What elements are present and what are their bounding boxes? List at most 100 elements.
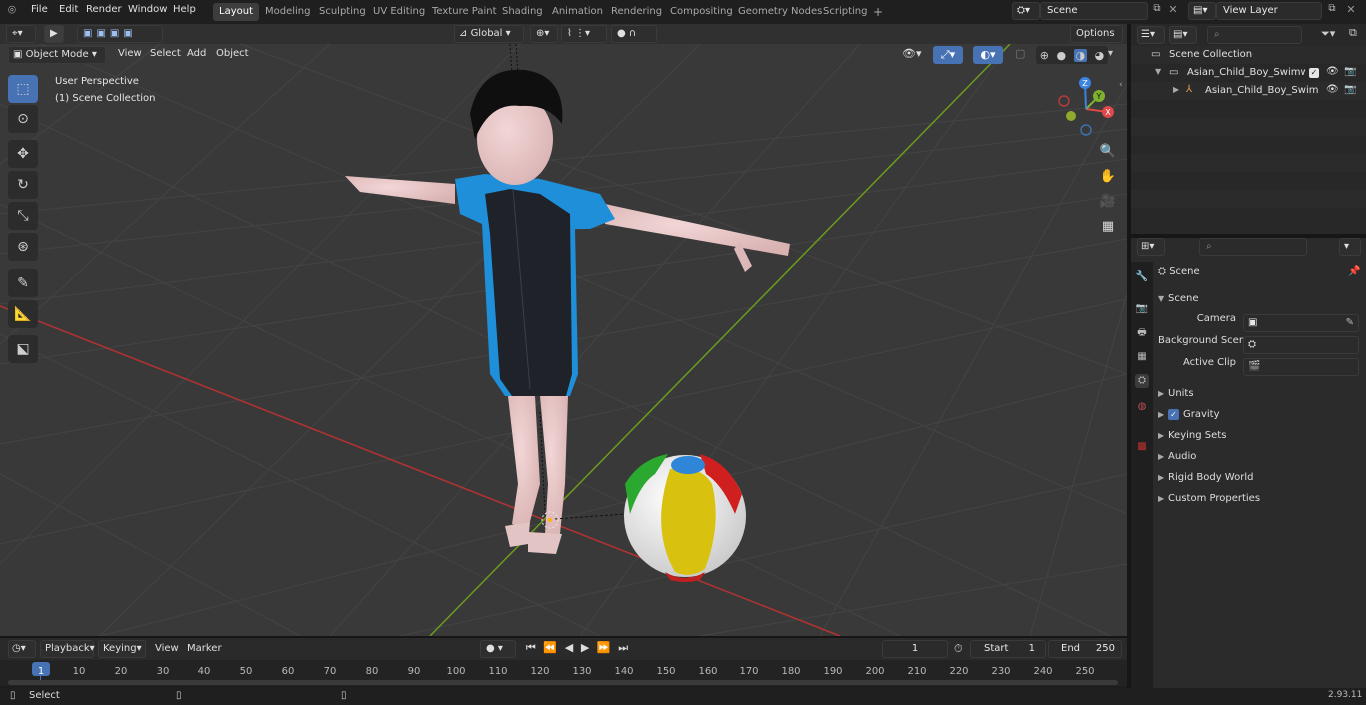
preview-range-icon[interactable]: ⏱ <box>954 642 963 656</box>
workspace-tab-sculpting[interactable]: Sculpting <box>313 3 372 21</box>
3d-viewport[interactable]: User Perspective (1) Scene Collection ⬚ … <box>0 44 1127 636</box>
menu-add[interactable]: Add <box>187 48 206 59</box>
camera-field[interactable]: ▣ ✎ <box>1243 314 1359 332</box>
pan-hand-icon[interactable]: ✋ <box>1097 165 1119 187</box>
render-camera-icon[interactable]: 📷 <box>1344 84 1356 95</box>
perspective-toggle-icon[interactable]: ▦ <box>1097 215 1119 237</box>
start-frame-field[interactable]: Start 1 <box>970 640 1046 658</box>
annotate-tool-icon[interactable]: ✎ <box>8 269 38 297</box>
wireframe-shading-icon[interactable]: ⊕ <box>1040 49 1049 62</box>
show-overlays-icon[interactable]: ◐▾ <box>973 46 1003 64</box>
sidebar-toggle-icon[interactable]: ‹ <box>1119 80 1123 90</box>
auto-keying-icon[interactable]: ● ▾ <box>480 640 516 658</box>
solid-shading-icon[interactable]: ● <box>1056 49 1066 62</box>
select-box-tool-icon[interactable]: ⬚ <box>8 75 38 103</box>
move-tool-icon[interactable]: ✥ <box>8 140 38 168</box>
mode-dropdown[interactable]: ▣ Object Mode ▾ <box>8 46 106 64</box>
workspace-tab-layout[interactable]: Layout <box>213 3 259 21</box>
gravity-checkbox[interactable]: ✓ <box>1168 408 1179 420</box>
visibility-eye-icon[interactable]: 👁 <box>1326 66 1339 77</box>
workspace-tab-animation[interactable]: Animation <box>546 3 609 21</box>
exclude-checkbox-icon[interactable]: ✓ <box>1309 68 1319 78</box>
selection-mode-icons[interactable]: ▣▣▣▣ <box>77 25 163 43</box>
active-clip-field[interactable]: 🎬 <box>1243 358 1359 376</box>
editor-type-icon[interactable]: ⌖▾ <box>6 25 36 43</box>
play-icon[interactable]: ▶ <box>581 641 589 657</box>
workspace-tab-modeling[interactable]: Modeling <box>259 3 317 21</box>
visibility-eye-icon[interactable]: 👁 <box>1326 84 1339 95</box>
add-workspace-button[interactable]: + <box>867 3 889 21</box>
transform-orientation-dropdown[interactable]: ⊿ Global ▾ <box>454 25 524 43</box>
show-gizmo-icon[interactable]: ⤢▾ <box>933 46 963 64</box>
output-tab-icon[interactable]: 🖶 <box>1135 326 1149 340</box>
properties-options-icon[interactable]: ▾ <box>1339 238 1361 256</box>
render-camera-icon[interactable]: 📷 <box>1344 66 1356 77</box>
workspace-tab-uv-editing[interactable]: UV Editing <box>367 3 431 21</box>
visibility-selectability-icon[interactable]: 👁▾ <box>902 47 930 65</box>
menu-object[interactable]: Object <box>216 48 249 59</box>
new-collection-icon[interactable]: ⧉ <box>1349 26 1363 42</box>
new-view-layer-icon[interactable]: ⧉ <box>1324 3 1340 19</box>
play-reverse-icon[interactable]: ◀ <box>565 641 573 657</box>
timeline-menu-marker[interactable]: Marker <box>187 643 222 654</box>
jump-end-icon[interactable]: ⏭ <box>618 641 628 657</box>
menu-select[interactable]: Select <box>150 48 181 59</box>
properties-search-input[interactable]: ⌕ <box>1199 238 1307 256</box>
cursor-tool-icon[interactable]: ⊙ <box>8 105 38 133</box>
prev-keyframe-icon[interactable]: ⏪ <box>543 641 557 657</box>
measure-tool-icon[interactable]: 📐 <box>8 300 38 328</box>
camera-view-icon[interactable]: 🎥 <box>1097 190 1119 212</box>
scale-tool-icon[interactable]: ⤡ <box>8 202 38 230</box>
rotate-tool-icon[interactable]: ↻ <box>8 171 38 199</box>
workspace-tab-geometry-nodes[interactable]: Geometry Nodes <box>732 3 828 21</box>
view-layer-name-field[interactable]: View Layer <box>1216 2 1322 20</box>
scene-tab-icon[interactable]: ⛭ <box>1135 374 1149 388</box>
world-tab-icon[interactable]: ◍ <box>1135 400 1149 414</box>
scene-selector-icon[interactable]: ⛭▾ <box>1012 2 1040 20</box>
audio-panel-header[interactable]: ▶ Audio <box>1158 447 1362 467</box>
current-frame-field[interactable]: 1 <box>882 640 948 658</box>
playback-dropdown[interactable]: Playback▾ <box>40 640 95 658</box>
new-scene-icon[interactable]: ⧉ <box>1149 3 1165 19</box>
gravity-panel-header[interactable]: ▶ ✓ Gravity <box>1158 405 1362 425</box>
blender-logo-icon[interactable]: ⌾ <box>8 3 16 18</box>
scene-panel-header[interactable]: ▼ Scene <box>1158 289 1362 309</box>
background-scene-field[interactable]: ⛭ <box>1243 336 1359 354</box>
options-dropdown[interactable]: Options ▾ <box>1070 25 1123 55</box>
xray-toggle-icon[interactable]: ▢ <box>1015 47 1031 63</box>
workspace-tab-shading[interactable]: Shading <box>496 3 549 21</box>
remove-view-layer-icon[interactable]: ✕ <box>1344 3 1358 19</box>
workspace-tab-compositing[interactable]: Compositing <box>664 3 739 21</box>
transform-tool-icon[interactable]: ⊛ <box>8 233 38 261</box>
expand-arrow-icon[interactable]: ▼ <box>1155 67 1161 76</box>
outliner-row-scene-collection[interactable]: ▭ Scene Collection <box>1131 46 1366 64</box>
view-layer-selector-icon[interactable]: ▤▾ <box>1188 2 1216 20</box>
add-cube-tool-icon[interactable]: ⬕ <box>8 335 38 363</box>
pivot-point-icon[interactable]: ⊕▾ <box>530 25 558 43</box>
workspace-tab-scripting[interactable]: Scripting <box>817 3 873 21</box>
menu-render[interactable]: Render <box>86 4 122 15</box>
zoom-icon[interactable]: 🔍 <box>1097 140 1119 162</box>
menu-window[interactable]: Window <box>128 4 167 15</box>
filter-icon[interactable]: ⏷▾ <box>1321 27 1335 41</box>
timeline-menu-view[interactable]: View <box>155 643 179 654</box>
keying-dropdown[interactable]: Keying▾ <box>98 640 146 658</box>
workspace-tab-texture-paint[interactable]: Texture Paint <box>426 3 503 21</box>
timeline-scrollbar[interactable] <box>8 680 1118 685</box>
outliner-editor-type-icon[interactable]: ☰▾ <box>1137 26 1165 44</box>
jump-start-icon[interactable]: ⏮ <box>526 641 536 657</box>
view-layer-tab-icon[interactable]: ▦ <box>1135 350 1149 364</box>
timeline-editor-type-icon[interactable]: ◷▾ <box>8 640 36 658</box>
render-tab-icon[interactable]: 📷 <box>1135 302 1149 316</box>
snap-icon[interactable]: ⌇ ⋮▾ <box>561 25 607 43</box>
shading-mode-buttons[interactable]: ⊕ ● ◑ ◕ <box>1036 46 1108 64</box>
texture-tab-icon[interactable]: ▩ <box>1135 440 1149 454</box>
keying-sets-panel-header[interactable]: ▶ Keying Sets <box>1158 426 1362 446</box>
workspace-tab-rendering[interactable]: Rendering <box>605 3 668 21</box>
rigid-body-world-panel-header[interactable]: ▶ Rigid Body World <box>1158 468 1362 488</box>
menu-help[interactable]: Help <box>173 4 196 15</box>
select-tool-icon[interactable]: ▶ <box>44 25 64 43</box>
next-keyframe-icon[interactable]: ⏩ <box>597 641 611 657</box>
menu-edit[interactable]: Edit <box>59 4 78 15</box>
custom-properties-panel-header[interactable]: ▶ Custom Properties <box>1158 489 1362 509</box>
